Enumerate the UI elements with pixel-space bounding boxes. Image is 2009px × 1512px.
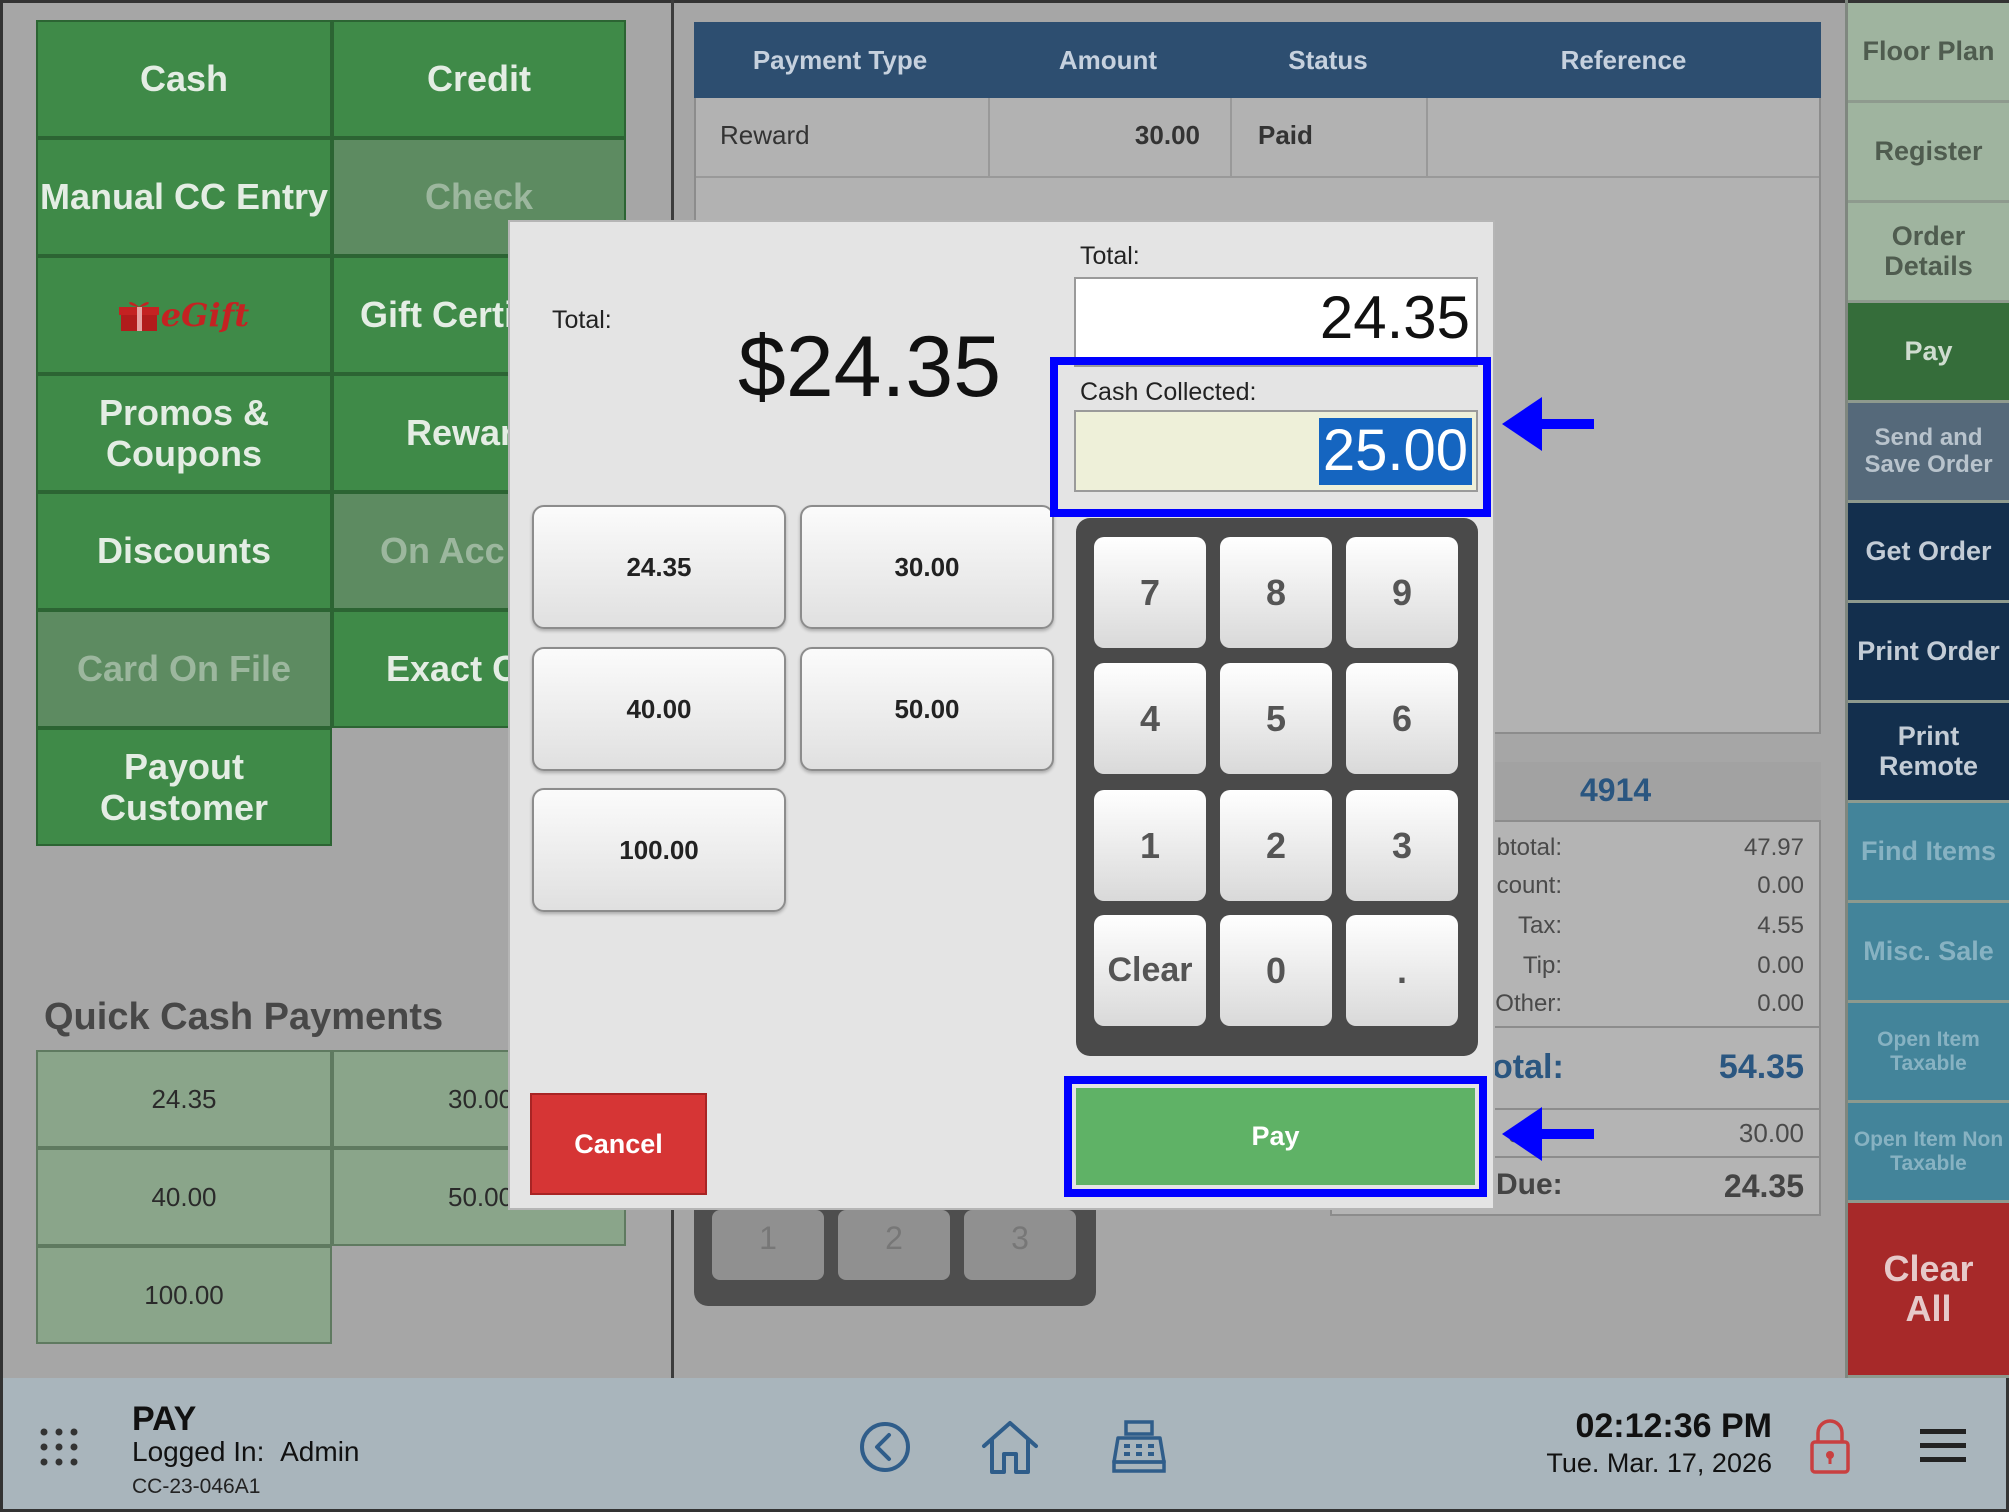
cell-divider [1230,98,1232,178]
keypad-decimal-key[interactable]: . [1346,915,1458,1026]
clock-date: Tue. Mar. 17, 2026 [1546,1448,1772,1478]
modal-total-amount: $24.35 [738,319,1002,415]
summary-value: 47.97 [1743,834,1804,861]
summary-value: 4.55 [1757,912,1804,939]
hamburger-menu-icon[interactable] [1918,1426,1968,1466]
send-save-order-button[interactable]: Send and Save Order [1848,403,2009,503]
cash-collected-value: 25.00 [1318,418,1472,485]
keypad-clear-key[interactable]: Clear [1094,915,1206,1026]
egift-button[interactable]: eGift [36,256,332,374]
cash-button[interactable]: Cash [36,20,332,138]
lock-icon[interactable] [1808,1418,1852,1476]
summary-total-value: 54.35 [1718,1048,1804,1086]
card-on-file-button[interactable]: Card On File [36,610,332,728]
find-items-button[interactable]: Find Items [1848,803,2009,903]
cash-register-icon[interactable] [1110,1418,1168,1474]
credit-button[interactable]: Credit [332,20,626,138]
summary-value: 0.00 [1757,952,1804,979]
cancel-button[interactable]: Cancel [530,1093,707,1195]
egift-label: eGift [160,295,250,334]
quick-cash-button[interactable]: 100.00 [36,1246,332,1344]
logged-in-text: Logged In: Admin [132,1436,360,1468]
floor-plan-button[interactable]: Floor Plan [1848,3,2009,103]
quick-amount-button[interactable]: 100.00 [532,788,786,912]
total-field-value: 24.35 [1319,284,1470,351]
column-header-reference: Reference [1560,44,1687,75]
keypad-key-3[interactable]: 3 [1346,790,1458,901]
home-icon[interactable] [980,1418,1040,1476]
keypad-key-behind: 2 [838,1210,950,1280]
manual-cc-entry-button[interactable]: Manual CC Entry [36,138,332,256]
arrow-left-icon [1502,1107,1594,1161]
arrow-left-icon [1502,397,1594,451]
payout-customer-button[interactable]: Payout Customer [36,728,332,846]
keypad-key-4[interactable]: 4 [1094,663,1206,774]
back-icon[interactable] [858,1420,912,1474]
logged-in-user: Admin [280,1436,360,1467]
keypad-key-behind: 3 [964,1210,1076,1280]
modal-total-label: Total: [552,306,612,334]
summary-due-value: 24.35 [1723,1168,1804,1204]
total-field: 24.35 [1074,277,1478,367]
order-details-button[interactable]: Order Details [1848,203,2009,303]
pay-button[interactable]: Pay [1076,1088,1475,1185]
keypad-key-6[interactable]: 6 [1346,663,1458,774]
column-header-amount: Amount [1058,44,1158,75]
summary-paid-value: 30.00 [1738,1118,1804,1148]
column-header-status: Status [1288,44,1368,75]
cell-divider [1426,98,1428,178]
quick-amount-button[interactable]: 30.00 [800,505,1054,629]
keypad-key-behind: 1 [712,1210,824,1280]
summary-value: 0.00 [1757,990,1804,1017]
quick-cash-title: Quick Cash Payments [44,996,444,1038]
column-header-payment-type: Payment Type [752,44,928,75]
apps-grid-icon[interactable] [38,1426,80,1468]
print-order-button[interactable]: Print Order [1848,603,2009,703]
keypad-key-2[interactable]: 2 [1220,790,1332,901]
clear-all-button[interactable]: Clear All [1848,1203,2009,1378]
device-id: CC-23-046A1 [132,1475,261,1498]
quick-amount-button[interactable]: 50.00 [800,647,1054,771]
table-row[interactable]: Reward 30.00 Paid [696,98,1819,178]
open-item-taxable-button[interactable]: Open Item Taxable [1848,1003,2009,1103]
quick-cash-button[interactable]: 40.00 [36,1148,332,1246]
keypad-key-8[interactable]: 8 [1220,537,1332,648]
quick-amount-button[interactable]: 40.00 [532,647,786,771]
cash-collected-input[interactable]: 25.00 [1074,410,1478,492]
quick-amount-button[interactable]: 24.35 [532,505,786,629]
open-item-non-taxable-button[interactable]: Open Item Non Taxable [1848,1103,2009,1203]
keypad-key-7[interactable]: 7 [1094,537,1206,648]
amount-cell: 30.00 [1134,120,1200,150]
logged-in-label: Logged In: [132,1436,265,1467]
misc-sale-button[interactable]: Misc. Sale [1848,903,2009,1003]
keypad-key-1[interactable]: 1 [1094,790,1206,901]
print-remote-button[interactable]: Print Remote [1848,703,2009,803]
quick-cash-button[interactable]: 24.35 [36,1050,332,1148]
pay-nav-button[interactable]: Pay [1848,303,2009,403]
promos-coupons-button[interactable]: Promos & Coupons [36,374,332,492]
keypad-key-5[interactable]: 5 [1220,663,1332,774]
order-number: 4914 [1580,772,1652,808]
keypad-key-0[interactable]: 0 [1220,915,1332,1026]
register-button[interactable]: Register [1848,103,2009,203]
screen-name: PAY [132,1400,197,1438]
discounts-button[interactable]: Discounts [36,492,332,610]
clock-time: 02:12:36 PM [1575,1407,1772,1445]
keypad-key-9[interactable]: 9 [1346,537,1458,648]
status-cell: Paid [1258,120,1313,150]
summary-due-label: Due: [1496,1168,1563,1201]
get-order-button[interactable]: Get Order [1848,503,2009,603]
gift-icon [118,297,159,333]
cash-collected-label: Cash Collected: [1080,378,1257,406]
payment-type-cell: Reward [720,120,810,150]
summary-total-label: otal: [1492,1048,1564,1086]
summary-value: 0.00 [1757,872,1804,899]
total-field-label: Total: [1080,242,1140,270]
